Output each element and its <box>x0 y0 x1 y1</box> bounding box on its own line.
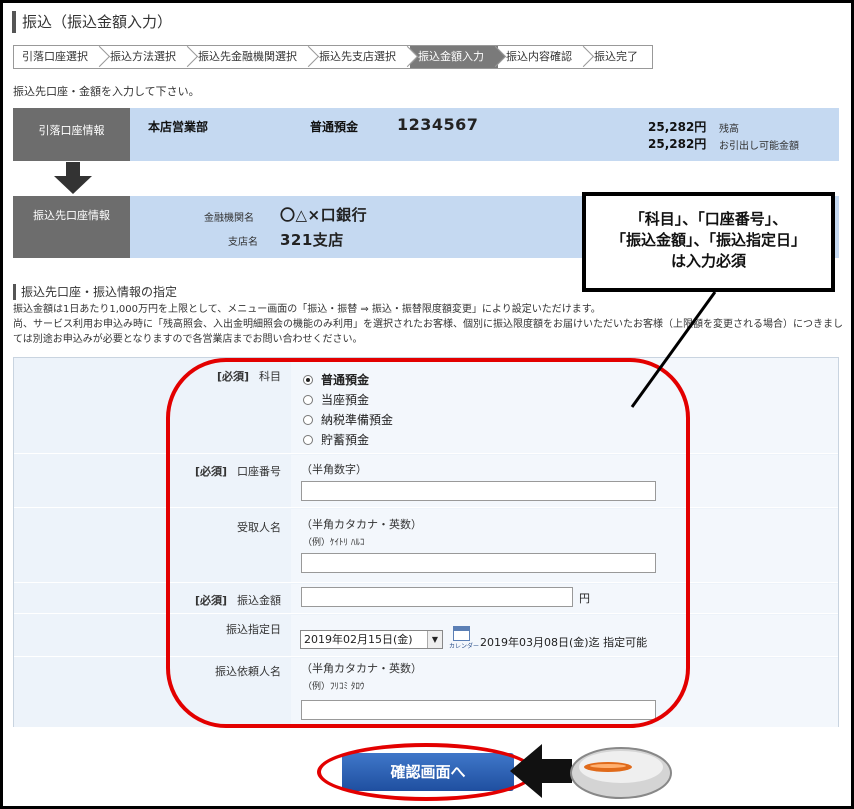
step-bank-select: 振込先金融機関選択 <box>190 46 311 68</box>
step-complete: 振込完了 <box>586 46 652 68</box>
annotation-callout: 「科目」、「口座番号」、 「振込金額」、「振込指定日」 は入力必須 <box>582 192 835 292</box>
balance-label: 残高 <box>719 124 739 135</box>
step-debit-account: 引落口座選択 <box>14 46 102 68</box>
step-confirm: 振込内容確認 <box>498 46 586 68</box>
limit-note-1: 振込金額は1日あたり1,000万円を上限として、メニュー画面の「振込・振替 ⇒ … <box>13 304 601 315</box>
branch-name-label: 支店名 <box>228 237 258 248</box>
debit-account-type: 普通預金 <box>310 120 359 134</box>
payee-account-label: 振込先口座情報 <box>13 196 130 258</box>
balance-value: 25,282円 <box>648 120 707 134</box>
step-branch-select: 振込先支店選択 <box>311 46 410 68</box>
highlight-oval-button <box>317 743 535 801</box>
page-title: 振込（振込金額入力） <box>12 11 172 33</box>
highlight-oval-form <box>166 358 690 728</box>
available-label: お引出し可能金額 <box>719 141 799 152</box>
bank-name-label: 金融機関名 <box>204 213 254 224</box>
section-title: 振込先口座・振込情報の指定 <box>13 284 177 300</box>
debit-account-band: 引落口座情報 本店営業部 普通預金 1234567 25,282円 残高 25,… <box>13 108 839 161</box>
intro-text: 振込先口座・金額を入力して下さい。 <box>13 85 200 98</box>
callout-line-3: は入力必須 <box>670 252 746 270</box>
limit-note-2: 尚、サービス利用お申込み時に「残高照会、入出金明細照会の機能のみ利用」を選択され… <box>13 319 843 345</box>
left-arrow-icon <box>510 744 572 798</box>
debit-branch: 本店営業部 <box>148 120 209 134</box>
branch-name: 321支店 <box>280 231 344 249</box>
available-value: 25,282円 <box>648 137 707 151</box>
bank-name: 〇△×口銀行 <box>280 206 368 224</box>
step-transfer-method: 振込方法選択 <box>102 46 190 68</box>
callout-line-2: 「振込金額」、「振込指定日」 <box>610 231 806 249</box>
mouse-icon <box>570 747 672 799</box>
step-indicator: 引落口座選択 振込方法選択 振込先金融機関選択 振込先支店選択 振込金額入力 振… <box>13 45 653 69</box>
down-arrow-icon <box>54 162 94 196</box>
step-amount-input: 振込金額入力 <box>410 46 498 68</box>
callout-line-1: 「科目」、「口座番号」、 <box>629 210 788 228</box>
debit-account-label: 引落口座情報 <box>13 108 130 161</box>
debit-account-number: 1234567 <box>397 115 479 134</box>
limit-notes: 振込金額は1日あたり1,000万円を上限として、メニュー画面の「振込・振替 ⇒ … <box>13 302 845 347</box>
